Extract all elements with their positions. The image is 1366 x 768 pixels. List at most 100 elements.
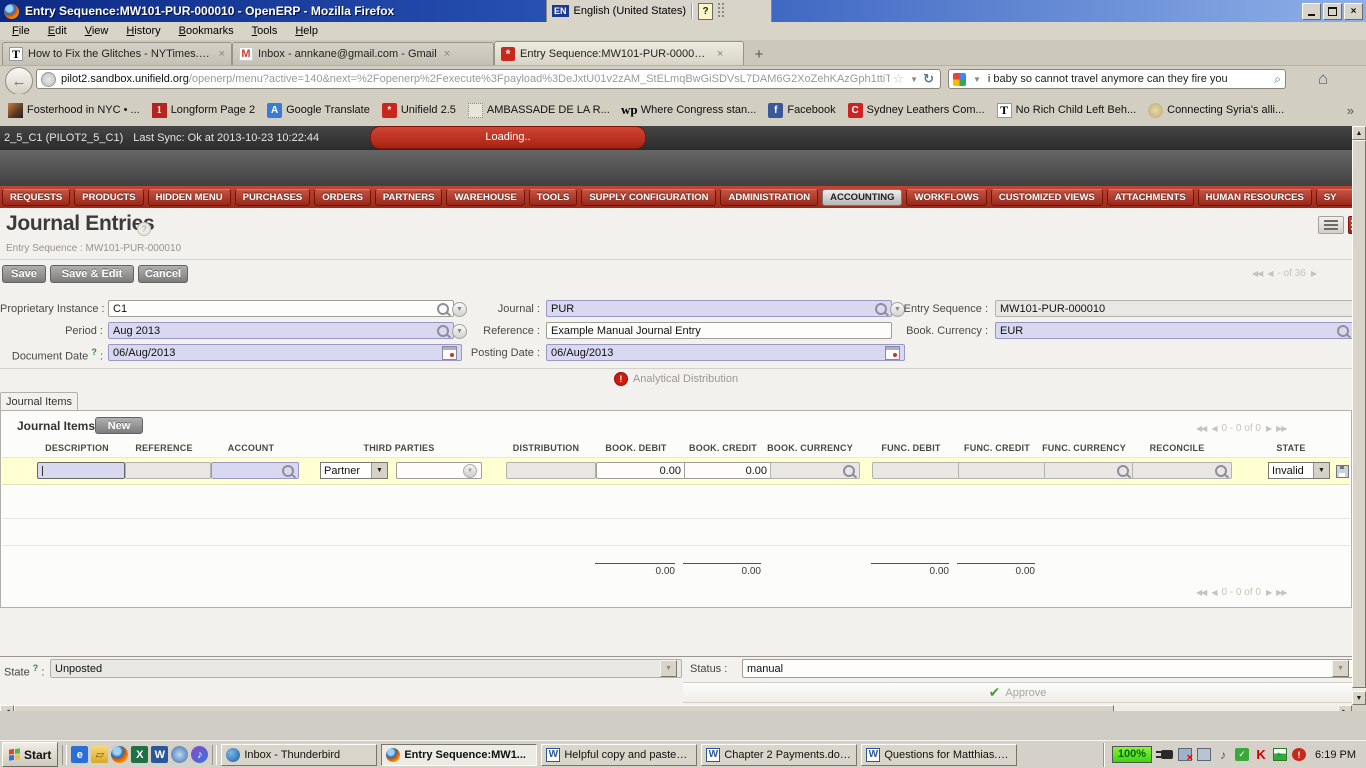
menu-partners[interactable]: PARTNERS [375,189,443,206]
url-dropdown-icon[interactable]: ▼ [910,75,918,84]
prev-page-icon[interactable]: ◀ [1267,269,1272,278]
field-help-icon[interactable]: ? [91,347,97,357]
last-page-icon[interactable]: ▶▶ [1276,424,1286,433]
menu-edit[interactable]: Edit [40,24,75,38]
home-icon[interactable]: ⌂ [1318,69,1328,89]
bookmark-google-translate[interactable]: AGoogle Translate [263,101,374,120]
task-word-chapter2[interactable]: WChapter 2 Payments.doc... [701,744,857,766]
search-bar[interactable]: ▼ i baby so cannot travel anymore can th… [948,69,1286,89]
quicklaunch-ie-icon[interactable]: e [71,746,88,763]
close-tab-icon[interactable]: × [444,48,450,60]
menu-supply-configuration[interactable]: SUPPLY CONFIGURATION [581,189,716,206]
language-badge[interactable]: EN [552,5,569,17]
menu-sync[interactable]: SY [1316,189,1352,206]
vertical-scroll-thumb[interactable] [1352,140,1366,688]
language-help-icon[interactable]: ? [698,3,713,20]
first-page-icon[interactable]: ◀◀ [1196,424,1206,433]
status-field[interactable]: manual▼ [742,659,1354,678]
menu-orders[interactable]: ORDERS [314,189,371,206]
description-input[interactable] [37,462,125,479]
menu-tools[interactable]: Tools [244,24,286,38]
menu-products[interactable]: PRODUCTS [74,189,143,206]
bookmark-syria[interactable]: Connecting Syria's alli... [1144,101,1288,120]
reference-field[interactable]: Example Manual Journal Entry [546,322,892,339]
task-thunderbird[interactable]: Inbox - Thunderbird [221,744,377,766]
analytical-distribution-label[interactable]: Analytical Distribution [633,373,738,385]
site-identity-icon[interactable] [41,72,56,87]
bookmark-star-icon[interactable]: ☆ [893,71,905,87]
close-tab-icon[interactable]: × [219,48,225,60]
menu-human-resources[interactable]: HUMAN RESOURCES [1198,189,1312,206]
field-help-icon[interactable]: ? [33,663,39,673]
chevron-down-icon[interactable]: ▼ [463,464,477,478]
last-page-icon[interactable]: ▶▶ [1276,588,1286,597]
list-view-button[interactable] [1318,216,1344,234]
reload-icon[interactable]: ↻ [923,71,934,87]
third-party-select[interactable]: ▼ [396,462,482,479]
partner-type-select[interactable]: Partner▼ [320,462,388,479]
back-button[interactable]: ← [5,67,33,95]
book-credit-input[interactable]: 0.00 [684,462,772,479]
google-icon[interactable] [953,73,966,86]
task-word-questions[interactable]: WQuestions for Matthias.d... [861,744,1017,766]
chevron-down-icon[interactable]: ▼ [1332,660,1349,677]
restore-button[interactable] [1323,3,1342,20]
menu-accounting[interactable]: ACCOUNTING [822,189,902,206]
bookmark-norichchild[interactable]: TNo Rich Child Left Beh... [993,101,1140,120]
document-date-field[interactable]: 06/Aug/2013 [108,344,462,361]
chevron-down-icon[interactable]: ▼ [1313,463,1329,478]
activity-icon[interactable]: ▸ [1273,748,1287,761]
menu-administration[interactable]: ADMINISTRATION [720,189,818,206]
reconcile-input[interactable] [1132,462,1232,479]
posting-date-field[interactable]: 06/Aug/2013 [546,344,905,361]
save-button[interactable]: Save [2,265,46,283]
display-icon[interactable] [1197,748,1211,761]
volume-icon[interactable]: ♪ [1216,748,1230,761]
menu-hidden-menu[interactable]: HIDDEN MENU [148,189,231,206]
distribution-input[interactable] [506,462,596,479]
book-currency-input[interactable] [770,462,860,479]
security-alert-icon[interactable]: ! [1292,748,1306,761]
reference-input[interactable] [125,462,211,479]
menu-purchases[interactable]: PURCHASES [235,189,311,206]
menu-attachments[interactable]: ATTACHMENTS [1107,189,1194,206]
tab-journal-items[interactable]: Journal Items [0,392,78,410]
minimize-button[interactable] [1302,3,1321,20]
menu-view[interactable]: View [77,24,117,38]
quicklaunch-excel-icon[interactable]: X [131,746,148,763]
approve-button[interactable]: ✔ Approve [683,682,1352,703]
book-debit-input[interactable]: 0.00 [596,462,686,479]
kaspersky-icon[interactable]: K [1254,748,1268,761]
bookmark-fosterhood[interactable]: Fosterhood in NYC • ... [4,101,144,120]
search-icon[interactable]: ⌕ [1274,72,1281,87]
quicklaunch-media-icon[interactable]: ♪ [191,746,208,763]
tab-nytimes[interactable]: T How to Fix the Glitches - NYTimes.com … [2,42,232,65]
prev-page-icon[interactable]: ◀ [1211,424,1216,433]
new-line-button[interactable]: New [95,417,143,434]
new-tab-button[interactable]: + [747,43,771,65]
close-button[interactable]: × [1344,3,1363,20]
quicklaunch-word-icon[interactable]: W [151,746,168,763]
menu-customized-views[interactable]: CUSTOMIZED VIEWS [991,189,1103,206]
chevron-down-icon[interactable]: ▼ [660,660,677,677]
menu-workflows[interactable]: WORKFLOWS [906,189,986,206]
first-page-icon[interactable]: ◀◀ [1196,588,1206,597]
state-field[interactable]: Unposted▼ [50,659,682,678]
scroll-down-icon[interactable]: ▼ [1352,691,1366,705]
next-page-icon[interactable]: ▶ [1266,424,1271,433]
first-page-icon[interactable]: ◀◀ [1252,269,1262,278]
state-select[interactable]: Invalid▼ [1268,462,1330,479]
menu-tools[interactable]: TOOLS [529,189,578,206]
journal-field[interactable]: PUR [546,300,892,317]
bookmarks-overflow-icon[interactable]: » [1347,103,1362,118]
book-currency-field[interactable]: EUR [995,322,1354,339]
url-bar[interactable]: pilot2.sandbox.unifield.org/openerp/menu… [36,69,941,89]
title-help-icon[interactable]: ? [137,222,151,236]
entry-sequence-field[interactable]: MW101-PUR-000010 [995,300,1354,317]
calendar-icon[interactable] [885,346,900,360]
bookmark-washpost[interactable]: wpWhere Congress stan... [618,101,761,120]
menu-help[interactable]: Help [287,24,326,38]
cancel-button[interactable]: Cancel [138,265,188,283]
language-label[interactable]: English (United States) [574,5,687,17]
bookmark-longform[interactable]: 1Longform Page 2 [148,101,259,120]
